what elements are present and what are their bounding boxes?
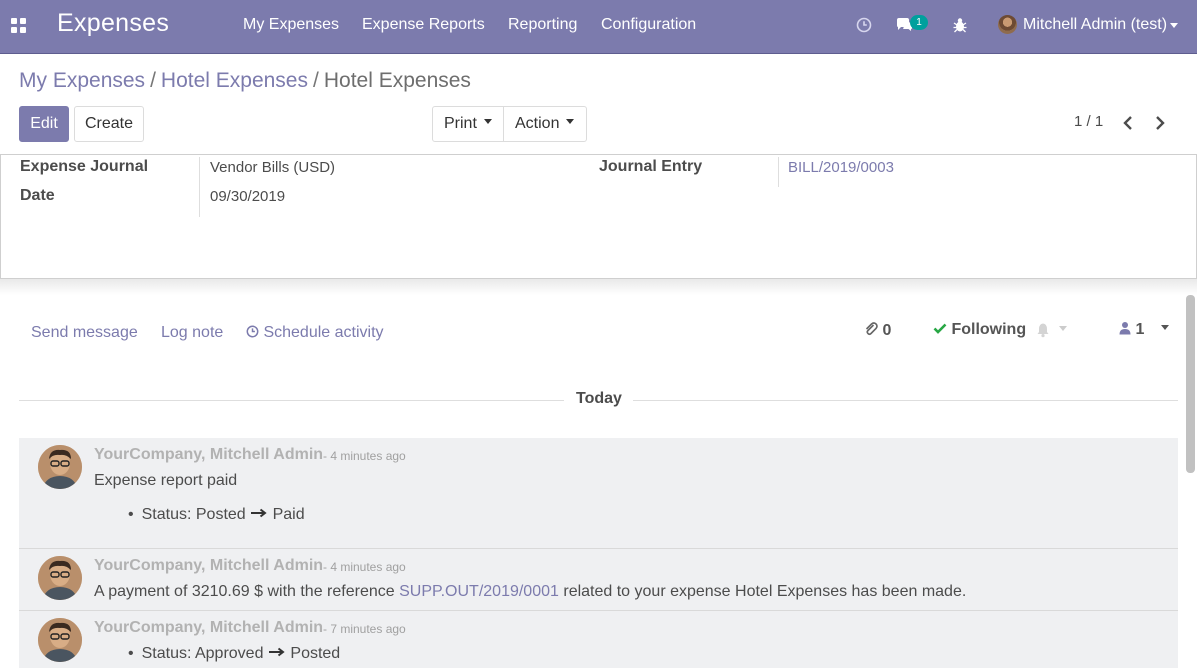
- avatar[interactable]: [38, 618, 82, 662]
- arrow-right-icon: [268, 647, 285, 657]
- chevron-right-icon[interactable]: [1152, 113, 1168, 133]
- message-author[interactable]: YourCompany, Mitchell Admin: [94, 557, 323, 575]
- followers-count: 1: [1135, 321, 1145, 338]
- chatter-message: YourCompany, Mitchell Admin - 4 minutes …: [19, 549, 1178, 611]
- divider: [503, 107, 504, 141]
- messages-badge: 1: [910, 15, 928, 30]
- date-value: 09/30/2019: [210, 188, 286, 205]
- breadcrumb-hotel-expenses[interactable]: Hotel Expenses: [161, 69, 308, 92]
- menu-expense-reports[interactable]: Expense Reports: [362, 16, 485, 34]
- chevron-down-icon: [483, 119, 492, 125]
- menu-my-expenses[interactable]: My Expenses: [243, 16, 339, 34]
- create-button[interactable]: Create: [74, 106, 144, 142]
- chevron-down-icon: [1059, 326, 1068, 332]
- bullet-glyph: •: [128, 506, 134, 523]
- tracking-old: Approved: [194, 645, 264, 662]
- action-dropdown[interactable]: Action: [515, 107, 585, 141]
- journal-entry-link[interactable]: BILL/2019/0003: [788, 159, 894, 176]
- message-time: - 4 minutes ago: [323, 449, 406, 463]
- expense-journal-value: Vendor Bills (USD): [210, 159, 336, 176]
- tracking-new: Paid: [272, 506, 305, 523]
- date-label: Date: [20, 187, 55, 204]
- bug-icon[interactable]: [952, 17, 968, 38]
- check-icon: [933, 323, 947, 334]
- action-label: Action: [515, 115, 560, 132]
- message-time: - 4 minutes ago: [323, 560, 406, 574]
- tracking-label: Status:: [141, 645, 192, 662]
- tracking-value: • Status: Approved Posted: [128, 645, 340, 663]
- breadcrumb-separator: /: [150, 69, 156, 92]
- print-label: Print: [444, 115, 477, 132]
- breadcrumb-separator: /: [313, 69, 319, 92]
- tracking-old: Posted: [195, 506, 246, 523]
- avatar[interactable]: [38, 556, 82, 600]
- sidebar-actions: Print Action: [432, 106, 587, 142]
- arrow-right-icon: [251, 508, 267, 518]
- pager-value[interactable]: 1 / 1: [1074, 113, 1103, 130]
- message-body-suffix: related to your expense Hotel Expenses h…: [563, 583, 967, 600]
- edit-button[interactable]: Edit: [19, 106, 69, 142]
- avatar[interactable]: [38, 445, 82, 489]
- log-note-button[interactable]: Log note: [161, 324, 223, 342]
- today-label: Today: [576, 390, 622, 407]
- message-body: Expense report paid: [94, 472, 238, 489]
- schedule-activity-label: Schedule activity: [263, 324, 384, 341]
- divider: [778, 157, 779, 187]
- user-menu[interactable]: Mitchell Admin (test): [1023, 16, 1167, 34]
- breadcrumb: My Expenses / Hotel Expenses / Hotel Expense…: [19, 69, 471, 93]
- send-message-button[interactable]: Send message: [31, 324, 138, 342]
- user-icon: [1119, 322, 1131, 335]
- apps-grid-icon[interactable]: [11, 18, 27, 34]
- message-time: - 7 minutes ago: [323, 622, 406, 636]
- chevron-down-icon[interactable]: [1170, 23, 1178, 28]
- breadcrumb-current: Hotel Expenses: [323, 69, 471, 92]
- journal-entry-label: Journal Entry: [599, 158, 703, 175]
- tracking-value: • Status: Posted Paid: [128, 506, 305, 524]
- menu-configuration[interactable]: Configuration: [601, 16, 696, 34]
- user-avatar[interactable]: [998, 15, 1017, 34]
- followers-dropdown[interactable]: 1: [1119, 321, 1169, 339]
- chatter-message: YourCompany, Mitchell Admin - 7 minutes …: [19, 611, 1178, 668]
- paperclip-icon: [865, 322, 878, 336]
- form-sheet: Expense Journal Vendor Bills (USD) Date …: [0, 154, 1197, 279]
- message-body-prefix: A payment of 3210.69 $ with the referenc…: [94, 583, 395, 600]
- following-label: Following: [951, 321, 1027, 338]
- tracking-label: Status:: [141, 506, 192, 523]
- chatter-message: YourCompany, Mitchell Admin - 4 minutes …: [19, 438, 1178, 549]
- divider: [19, 400, 564, 401]
- chevron-down-icon: [566, 119, 575, 125]
- sheet-separator: [0, 279, 1197, 295]
- scrollbar[interactable]: [1186, 295, 1195, 473]
- breadcrumb-my-expenses[interactable]: My Expenses: [19, 69, 145, 92]
- top-navbar: Expenses My Expenses Expense Reports Rep…: [0, 0, 1197, 54]
- divider: [199, 157, 200, 217]
- chevron-down-icon: [1160, 325, 1169, 331]
- attachments-button[interactable]: 0: [864, 321, 891, 340]
- app-title: Expenses: [57, 9, 170, 37]
- payment-reference-link[interactable]: SUPP.OUT/2019/0001: [399, 583, 559, 600]
- chevron-left-icon[interactable]: [1120, 113, 1136, 133]
- bullet-glyph: •: [128, 645, 134, 662]
- schedule-activity-button[interactable]: Schedule activity: [246, 324, 384, 342]
- print-dropdown[interactable]: Print: [444, 107, 502, 141]
- message-body: A payment of 3210.69 $ with the referenc…: [94, 583, 966, 601]
- clock-icon[interactable]: [856, 17, 872, 38]
- clock-icon: [246, 325, 259, 338]
- following-button[interactable]: Following: [933, 321, 1026, 339]
- divider: [633, 400, 1178, 401]
- tracking-new: Posted: [290, 645, 341, 662]
- message-author[interactable]: YourCompany, Mitchell Admin: [94, 619, 323, 637]
- attachments-count: 0: [882, 322, 892, 339]
- notifications-dropdown[interactable]: [1035, 322, 1068, 343]
- message-author[interactable]: YourCompany, Mitchell Admin: [94, 446, 323, 464]
- menu-reporting[interactable]: Reporting: [508, 16, 577, 34]
- bell-icon: [1037, 323, 1049, 338]
- expense-journal-label: Expense Journal: [20, 158, 149, 175]
